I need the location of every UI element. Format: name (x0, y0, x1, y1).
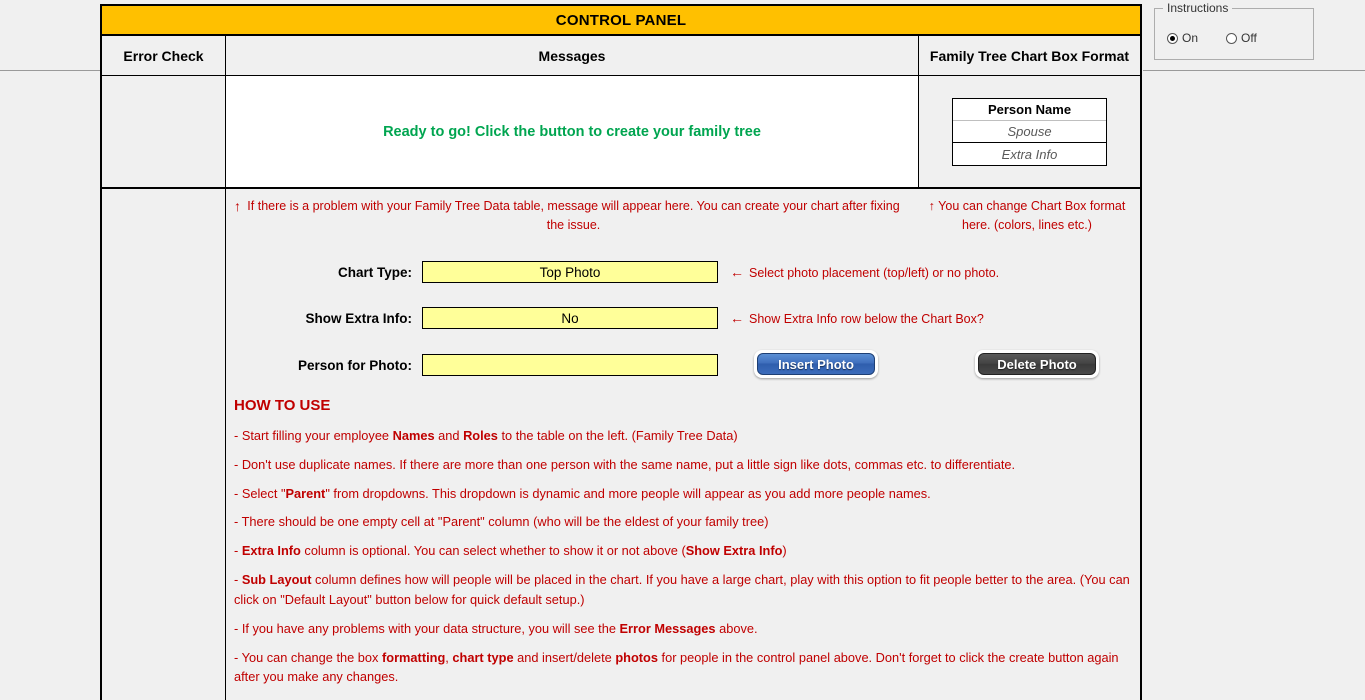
how-to-use-emphasis: formatting (382, 649, 446, 665)
chart-box-preview[interactable]: Person Name Spouse Extra Info (952, 98, 1107, 166)
header-chart-box-format: Family Tree Chart Box Format (929, 47, 1130, 64)
hint-row: ↑ If there is a problem with your Family … (226, 189, 1140, 251)
instructions-legend: Instructions (1163, 1, 1233, 15)
how-to-use-text: column defines how will people will be p… (234, 572, 1130, 607)
instructions-options: On Off (1155, 31, 1313, 45)
control-panel-screen: CONTROL PANEL Error Check Messages Famil… (0, 0, 1365, 700)
how-to-use-emphasis: chart type (452, 649, 514, 665)
chart-box-format-cell[interactable]: Person Name Spouse Extra Info (919, 76, 1140, 187)
how-to-use-emphasis: Show Extra Info (685, 543, 783, 559)
how-to-use-line: - You can clear all info with button bel… (234, 696, 1130, 700)
column-header-row: Error Check Messages Family Tree Chart B… (102, 36, 1140, 76)
how-to-use-line: - There should be one empty cell at "Par… (234, 512, 1130, 532)
person-for-photo-input[interactable] (422, 354, 718, 376)
instructions-radio-label: On (1182, 31, 1199, 45)
how-to-use-text: - Don't use duplicate names. If there ar… (234, 456, 1016, 472)
how-to-use-emphasis: Extra Info (241, 543, 301, 559)
label-chart-type: Chart Type: (337, 264, 412, 280)
how-to-use-text: - (234, 543, 242, 559)
messages-hint-text: If there is a problem with your Family T… (247, 199, 900, 232)
insert-photo-button[interactable]: Insert Photo (757, 353, 875, 375)
how-to-use-text: ) (782, 543, 787, 559)
arrow-up-icon: ↑ (234, 198, 241, 214)
chart-type-dropdown[interactable]: Top Photo (422, 261, 718, 283)
how-to-use-text: column is optional. You can select wheth… (300, 543, 686, 559)
note-show-extra-info: ← Show Extra Info row below the Chart Box… (718, 310, 984, 326)
form-area: ↑ If there is a problem with your Family … (226, 189, 1140, 700)
note-show-extra-info-text: Show Extra Info row below the Chart Box? (749, 312, 984, 326)
how-to-use-emphasis: Roles (463, 428, 498, 443)
how-to-use-line: - You can change the box formatting, cha… (234, 648, 1130, 688)
arrow-left-icon-2: ← (730, 310, 744, 326)
show-extra-info-dropdown[interactable]: No (422, 307, 718, 329)
status-band: Ready to go! Click the button to create … (102, 76, 1140, 189)
row-person-for-photo: Person for Photo: (226, 354, 718, 376)
how-to-use-text: - (234, 572, 242, 588)
how-to-use-section: HOW TO USE - Start filling your employee… (234, 397, 1130, 700)
chart-box-person-name: Person Name (953, 99, 1106, 121)
format-hint-text: You can change Chart Box format here. (c… (938, 199, 1126, 232)
how-to-use-title: HOW TO USE (234, 397, 331, 414)
how-to-use-text: " from dropdowns. This dropdown is dynam… (325, 485, 931, 501)
delete-photo-button-wrap[interactable]: Delete Photo (975, 350, 1099, 378)
how-to-use-text: to the table on the left. (Family Tree D… (497, 428, 738, 443)
messages-cell: Ready to go! Click the button to create … (226, 76, 919, 187)
how-to-use-line: - Start filling your employee Names and … (234, 426, 1130, 446)
control-panel-frame: CONTROL PANEL Error Check Messages Famil… (100, 4, 1142, 700)
how-to-use-line: - Select "Parent" from dropdowns. This d… (234, 484, 1130, 504)
how-to-use-line: - If you have any problems with your dat… (234, 619, 1130, 639)
how-to-use-lines: - Start filling your employee Names and … (234, 426, 1130, 700)
how-to-use-text: above. (715, 620, 758, 636)
right-margin-divider (1143, 70, 1365, 71)
how-to-use-text: and (434, 428, 464, 443)
how-to-use-line: - Extra Info column is optional. You can… (234, 541, 1130, 561)
how-to-use-text: - You can change the box (234, 649, 382, 665)
form-band: ↑ If there is a problem with your Family … (102, 189, 1140, 700)
row-chart-type: Chart Type: Top Photo ← Select photo plac… (226, 261, 999, 283)
arrow-up-icon-2: ↑ (928, 199, 935, 213)
how-to-use-text: - Start filling your employee (234, 428, 393, 443)
status-message: Ready to go! Click the button to create … (383, 123, 761, 140)
insert-photo-button-wrap[interactable]: Insert Photo (754, 350, 878, 378)
note-chart-type-text: Select photo placement (top/left) or no … (749, 266, 1000, 280)
how-to-use-text: - If you have any problems with your dat… (234, 620, 620, 636)
label-person-for-photo: Person for Photo: (298, 357, 412, 373)
chart-box-spouse: Spouse (953, 121, 1106, 143)
how-to-use-line: - Sub Layout column defines how will peo… (234, 570, 1130, 610)
how-to-use-text: - Select " (234, 485, 286, 501)
how-to-use-emphasis: Error Messages (619, 620, 716, 636)
error-check-cell (102, 76, 226, 187)
instructions-radio-label: Off (1241, 31, 1257, 45)
how-to-use-emphasis: Names (392, 428, 435, 443)
row-show-extra-info: Show Extra Info: No ← Show Extra Info row… (226, 307, 984, 329)
how-to-use-line: - Don't use duplicate names. If there ar… (234, 455, 1130, 475)
left-margin-divider (0, 70, 100, 71)
how-to-use-emphasis: Parent (285, 485, 326, 501)
how-to-use-text: - There should be one empty cell at "Par… (234, 514, 769, 530)
messages-hint: ↑ If there is a problem with your Family … (226, 189, 916, 251)
how-to-use-emphasis: photos (615, 649, 658, 665)
how-to-use-emphasis: Sub Layout (241, 572, 312, 588)
instructions-radio-on[interactable]: On (1167, 31, 1198, 45)
radio-button-icon[interactable] (1226, 32, 1238, 44)
instructions-radio-off[interactable]: Off (1226, 31, 1257, 45)
arrow-left-icon: ← (730, 264, 744, 280)
radio-button-icon[interactable] (1167, 32, 1178, 44)
delete-photo-button[interactable]: Delete Photo (978, 353, 1096, 375)
instructions-group: Instructions On Off (1154, 1, 1314, 60)
header-messages: Messages (226, 36, 919, 75)
label-show-extra-info: Show Extra Info: (305, 310, 412, 326)
error-check-column-body (102, 189, 226, 700)
format-hint: ↑ You can change Chart Box format here. … (916, 189, 1140, 251)
note-chart-type: ← Select photo placement (top/left) or no… (718, 264, 999, 280)
header-error-check: Error Check (102, 36, 226, 75)
panel-title: CONTROL PANEL (102, 4, 1140, 36)
chart-box-extra-info: Extra Info (1001, 146, 1058, 162)
how-to-use-text: and insert/delete (513, 649, 616, 665)
